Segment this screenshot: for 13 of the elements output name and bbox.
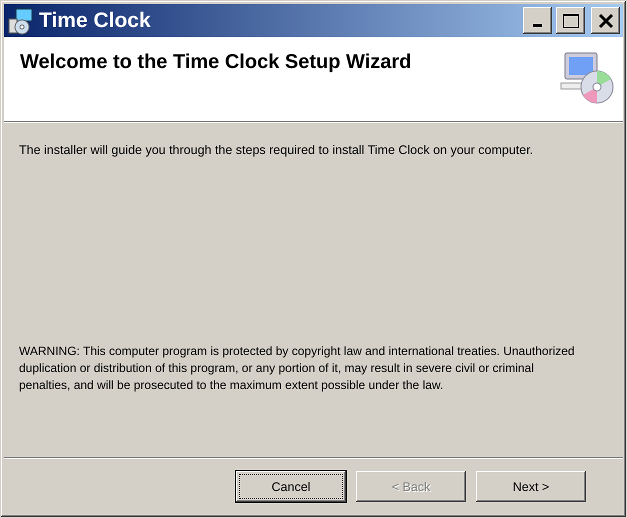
close-icon [598,12,614,28]
wizard-title: Welcome to the Time Clock Setup Wizard [20,51,412,75]
close-button[interactable] [591,7,620,34]
maximize-button[interactable] [556,7,585,34]
intro-text: The installer will guide you through the steps required to install Time Clock on your computer. [19,143,534,157]
cancel-button[interactable]: Cancel [236,471,346,502]
minimize-button[interactable] [523,7,552,34]
window-title: Time Clock [39,8,152,32]
maximize-icon [562,12,580,28]
next-button[interactable]: Next > [476,471,586,502]
installer-icon [7,6,35,34]
warning-text: WARNING: This computer program is protected by copyright law and international treaties. Unauthorized duplication or distribution of this program, or any portion of it, may result in severe civil or criminal penalties, and will be prosecuted to the maximum extent possible under the law. [19,343,576,394]
minimize-icon [533,24,542,27]
